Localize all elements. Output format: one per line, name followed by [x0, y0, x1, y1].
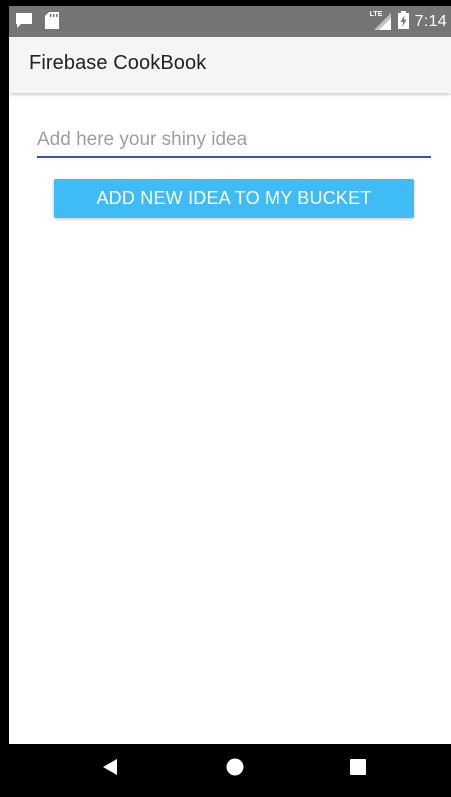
home-icon — [226, 758, 244, 781]
status-bar-left — [15, 12, 59, 34]
status-bar-right: LTE 7:14 — [370, 10, 447, 34]
back-button[interactable] — [80, 744, 140, 794]
battery-charging-icon — [397, 10, 409, 34]
recents-button[interactable] — [328, 744, 388, 794]
screen: LTE 7:14 Firebase CookBook Add here your… — [9, 6, 451, 794]
notification-icon — [15, 12, 33, 34]
app-bar: Firebase CookBook — [9, 37, 451, 93]
status-bar: LTE 7:14 — [9, 6, 451, 37]
navigation-bar — [9, 744, 451, 794]
home-button[interactable] — [205, 744, 265, 794]
idea-input[interactable] — [37, 124, 431, 158]
device-frame: LTE 7:14 Firebase CookBook Add here your… — [0, 0, 451, 797]
add-idea-button[interactable]: ADD NEW IDEA TO MY BUCKET — [54, 179, 414, 218]
recents-icon — [350, 758, 366, 780]
lte-signal-icon: LTE — [370, 11, 392, 31]
page-title: Firebase CookBook — [29, 52, 207, 74]
sd-card-icon — [45, 12, 59, 34]
back-icon — [101, 758, 119, 781]
status-time: 7:14 — [414, 13, 447, 30]
